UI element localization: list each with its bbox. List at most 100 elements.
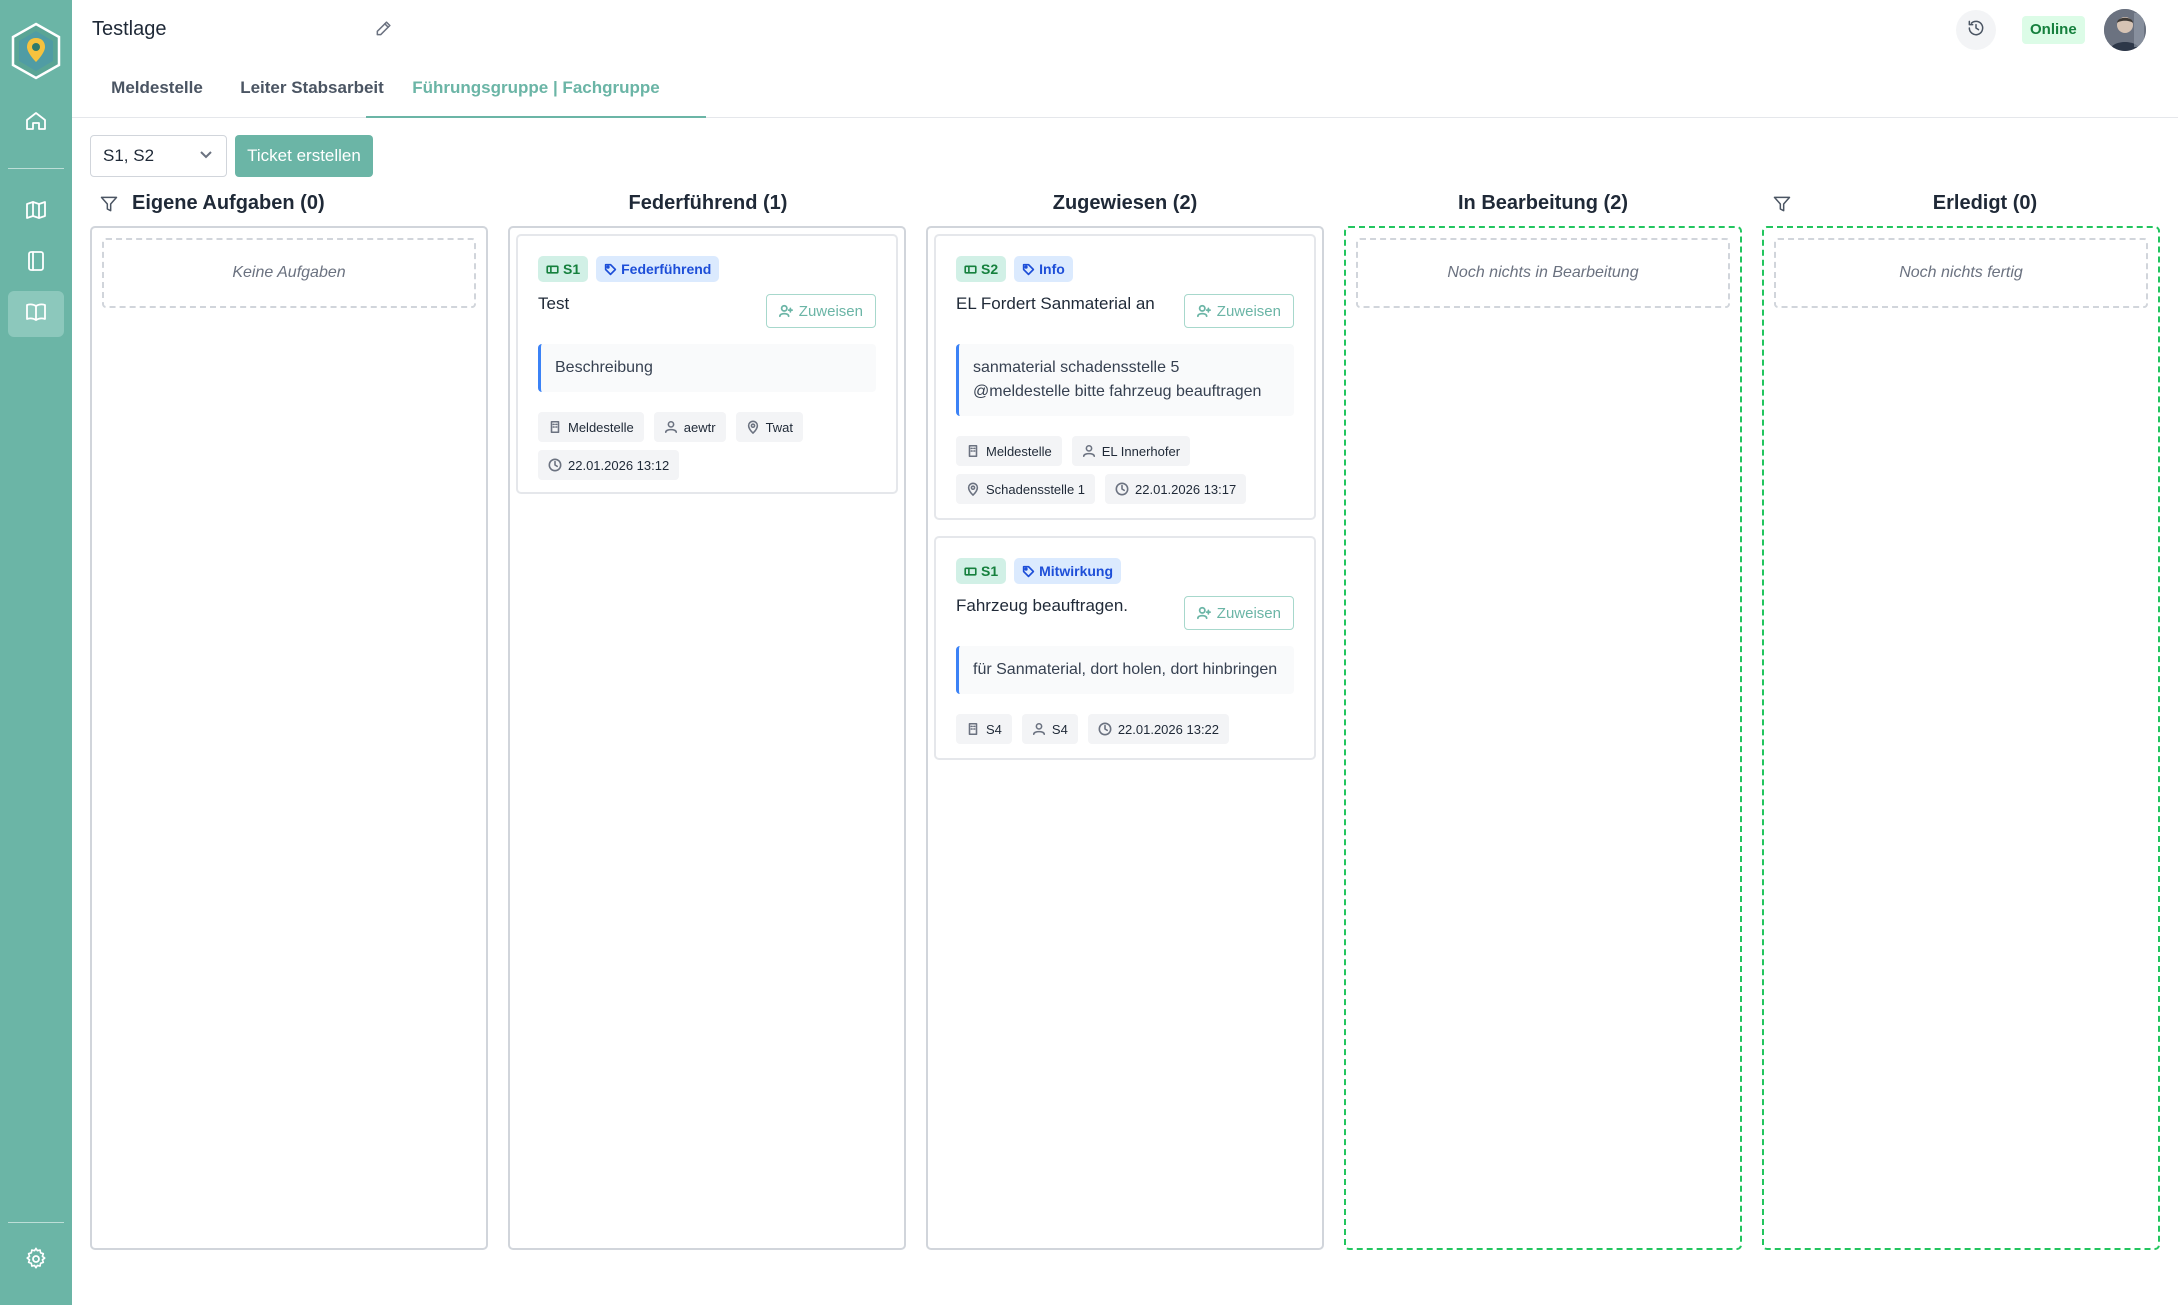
source-chip: Meldestelle [538, 412, 644, 442]
user-icon [1032, 722, 1045, 736]
app-logo[interactable] [10, 22, 62, 80]
add-user-icon [1196, 606, 1211, 620]
column-title-in-bearbeitung: In Bearbeitung (2) [1457, 192, 1628, 214]
clock-icon [1098, 722, 1112, 736]
gear-icon [24, 1247, 48, 1276]
history-icon [1966, 18, 1986, 43]
sidebar-item-notebook[interactable] [8, 240, 64, 286]
column-zugewiesen: S2 Info EL Fordert Sanmaterial an Zuweis… [926, 226, 1324, 1250]
ticket-description: sanmaterial schadensstelle 5 @meldestell… [956, 344, 1294, 416]
group-badge-label: S2 [981, 261, 999, 277]
group-badge: S1 [956, 558, 1007, 584]
type-badge-label: Mitwirkung [1039, 563, 1114, 579]
time-label: 22.01.2026 13:12 [568, 457, 670, 473]
assign-button-label: Zuweisen [1216, 302, 1281, 320]
ticket-card[interactable]: S1 Federführend Test Zuweisen Beschreibu… [516, 234, 898, 494]
type-badge: Federführend [596, 256, 720, 282]
source-label: Meldestelle [568, 419, 634, 435]
sidebar-item-home[interactable] [8, 100, 64, 146]
column-title-federfuehrend: Federführend (1) [628, 192, 788, 214]
group-filter-select[interactable]: S1, S2 [90, 135, 227, 177]
empty-placeholder: Noch nichts in Bearbeitung [1356, 238, 1730, 308]
type-badge: Mitwirkung [1014, 558, 1122, 584]
type-badge-label: Federführend [621, 261, 712, 277]
ticket-description: für Sanmaterial, dort holen, dort hinbri… [956, 646, 1294, 694]
source-label: Meldestelle [986, 443, 1052, 459]
empty-placeholder: Noch nichts fertig [1774, 238, 2148, 308]
avatar[interactable] [2104, 9, 2146, 51]
tab-meldestelle[interactable]: Meldestelle [90, 62, 224, 118]
create-ticket-button[interactable]: Ticket erstellen [235, 135, 373, 177]
edit-title-icon[interactable] [374, 18, 398, 42]
time-chip: 22.01.2026 13:17 [1105, 474, 1247, 504]
filter-icon[interactable] [99, 194, 121, 216]
time-label: 22.01.2026 13:17 [1135, 481, 1237, 497]
assign-button[interactable]: Zuweisen [1183, 294, 1294, 328]
location-chip: Schadensstelle 1 [956, 474, 1096, 504]
type-badge: Info [1014, 256, 1073, 282]
time-chip: 22.01.2026 13:22 [1087, 714, 1230, 744]
assign-button-label: Zuweisen [798, 302, 863, 320]
status-badge: Online [2022, 16, 2085, 44]
tab-fuehrungsgruppe[interactable]: Führungsgruppe | Fachgruppe [366, 62, 706, 118]
person-label: S4 [1051, 721, 1068, 737]
group-badge: S1 [538, 256, 589, 282]
ticket-icon [964, 264, 977, 274]
building-icon [968, 722, 978, 736]
add-user-icon [778, 304, 793, 318]
column-in-bearbeitung: Noch nichts in Bearbeitung [1344, 226, 1742, 1250]
user-icon [664, 420, 677, 434]
tag-icon [604, 263, 617, 275]
clock-icon [548, 458, 562, 472]
sidebar-item-board[interactable] [8, 291, 64, 337]
group-filter-value: S1, S2 [103, 146, 155, 165]
ticket-card[interactable]: S2 Info EL Fordert Sanmaterial an Zuweis… [934, 234, 1316, 520]
sidebar-divider [8, 168, 64, 169]
assign-button[interactable]: Zuweisen [1183, 596, 1294, 630]
sidebar [0, 0, 72, 1305]
ticket-title: Test [538, 294, 570, 313]
location-chip: Twat [735, 412, 804, 442]
column-erledigt: Noch nichts fertig [1762, 226, 2160, 1250]
ticket-title: EL Fordert Sanmaterial an [956, 294, 1155, 313]
tag-icon [1022, 263, 1035, 275]
person-chip: aewtr [653, 412, 726, 442]
time-label: 22.01.2026 13:22 [1117, 721, 1220, 737]
tab-bar: Meldestelle Leiter Stabsarbeit Führungsg… [72, 62, 2178, 118]
person-label: aewtr [683, 419, 716, 435]
history-button[interactable] [1956, 10, 1996, 50]
empty-placeholder: Keine Aufgaben [102, 238, 476, 308]
ticket-icon [964, 566, 977, 576]
source-label: S4 [986, 721, 1002, 737]
user-icon [1082, 444, 1095, 458]
clock-icon [1115, 482, 1129, 496]
map-icon [24, 198, 48, 227]
sidebar-item-map[interactable] [8, 189, 64, 235]
ticket-title: Fahrzeug beauftragen. [956, 596, 1129, 615]
assign-button[interactable]: Zuweisen [765, 294, 876, 328]
ticket-card[interactable]: S1 Mitwirkung Fahrzeug beauftragen. Zuwe… [934, 536, 1316, 760]
tag-icon [1022, 565, 1035, 577]
location-label: Schadensstelle 1 [986, 481, 1086, 497]
person-chip: S4 [1021, 714, 1078, 744]
home-icon [24, 109, 48, 138]
person-label: EL Innerhofer [1101, 443, 1181, 459]
building-icon [550, 420, 560, 434]
ticket-description: Beschreibung [538, 344, 876, 392]
filter-icon[interactable] [1772, 194, 1794, 216]
person-chip: EL Innerhofer [1071, 436, 1191, 466]
time-chip: 22.01.2026 13:12 [538, 450, 680, 480]
source-chip: S4 [956, 714, 1012, 744]
book-icon [24, 300, 48, 329]
sidebar-divider [8, 1222, 64, 1223]
column-eigene-aufgaben: Keine Aufgaben [90, 226, 488, 1250]
column-federfuehrend: S1 Federführend Test Zuweisen Beschreibu… [508, 226, 906, 1250]
add-user-icon [1196, 304, 1211, 318]
location-label: Twat [765, 419, 794, 435]
location-pin-icon [747, 420, 758, 434]
column-title-erledigt: Erledigt (0) [1932, 192, 2038, 214]
source-chip: Meldestelle [956, 436, 1062, 466]
sidebar-item-settings[interactable] [8, 1238, 64, 1284]
location-pin-icon [967, 482, 979, 496]
chevron-down-icon [198, 146, 214, 167]
